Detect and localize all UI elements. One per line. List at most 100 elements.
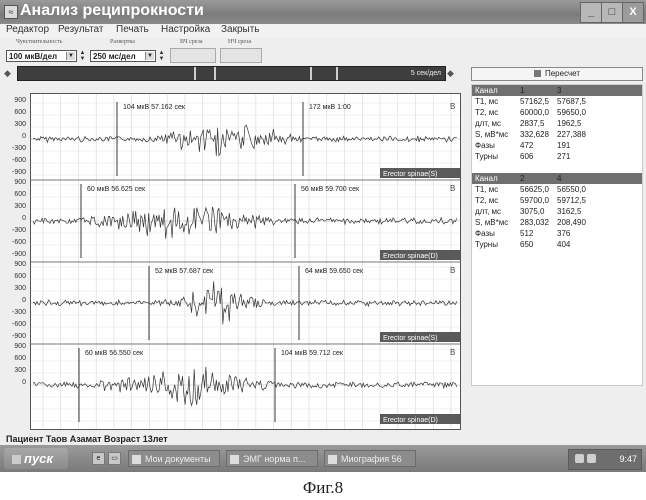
lf-cutoff-label: НЧ среза (228, 39, 251, 45)
cursor-label: 56 мкВ 59.700 сек (301, 186, 360, 193)
stats-cell: Турны (475, 239, 498, 250)
channel-name: Erector spinae(D) (383, 417, 438, 424)
stats-cell: 56625,0 (520, 184, 549, 195)
stats-row: T1, мс56625,056550,0 (472, 184, 642, 195)
stats-header-row: Канал 1 3 (472, 85, 642, 96)
title-bar: ≈ Анализ реципрокности _ □ X (0, 0, 646, 24)
network-icon[interactable] (587, 454, 596, 463)
overview-strip[interactable]: 5 сек/дел (17, 66, 446, 81)
overview-left-arrow-icon[interactable]: ◆ (4, 68, 11, 79)
y-tick-label: 300 (2, 203, 26, 210)
stats-row: Турны606271 (472, 151, 642, 162)
quicklaunch-desktop-icon[interactable]: ▭ (108, 452, 121, 465)
stats-cell: 472 (520, 140, 533, 151)
stats-header-row: Канал24 (472, 173, 642, 184)
app-icon (230, 455, 239, 464)
sensitivity-spinner[interactable]: ▲▼ (79, 50, 86, 62)
stats-cell: 208,490 (557, 217, 586, 228)
maximize-button[interactable]: □ (601, 2, 623, 23)
menu-close[interactable]: Закрыть (221, 24, 260, 35)
task-my-documents[interactable]: Мои документы (128, 450, 220, 467)
channel-name: Erector spinae(S) (383, 335, 437, 342)
stats-row: T2, мс59700,059712,5 (472, 195, 642, 206)
stats-header-cell: 1 (520, 85, 524, 96)
y-tick-label: -900 (2, 169, 26, 176)
emg-plot-canvas[interactable]: 104 мкВ 57.162 сек172 мкВ 1:00BErector s… (31, 94, 460, 429)
start-button[interactable]: пуск (4, 448, 68, 469)
hf-cutoff-field[interactable] (170, 48, 216, 63)
calculator-icon (534, 70, 541, 77)
cursor-label: 104 мкВ 57.162 сек (123, 104, 186, 111)
y-tick-label: 0 (2, 297, 26, 304)
stats-row: Фазы512376 (472, 228, 642, 239)
stats-row: T2, мс60000,059650,0 (472, 107, 642, 118)
emg-plot[interactable]: 104 мкВ 57.162 сек172 мкВ 1:00BErector s… (30, 93, 461, 430)
quicklaunch-browser-icon[interactable]: e (92, 452, 105, 465)
windows-logo-icon (12, 455, 21, 464)
sweep-value: 250 мс/дел (93, 52, 136, 61)
minimize-button[interactable]: _ (580, 2, 602, 23)
y-tick-label: 0 (2, 215, 26, 222)
sweep-spinner[interactable]: ▲▼ (158, 50, 165, 62)
recalculate-button[interactable]: Пересчет (471, 67, 643, 81)
stats-cell: 56550,0 (557, 184, 586, 195)
menu-settings[interactable]: Настройка (161, 24, 210, 35)
channel-corner-label: B (450, 266, 455, 275)
sensitivity-value: 100 мкВ/дел (9, 52, 57, 61)
stats-cell: длт, мс (475, 118, 501, 129)
stats-row: S, мВ*мс332,628227,388 (472, 129, 642, 140)
stats-cell: длт, мс (475, 206, 501, 217)
chevron-down-icon: ▼ (145, 52, 154, 60)
app-icon: ≈ (4, 5, 18, 19)
stats-header-cell: Канал (475, 85, 498, 96)
menu-editor[interactable]: Редактор (6, 24, 49, 35)
y-tick-label: 0 (2, 133, 26, 140)
overview-scale: 5 сек/дел (411, 67, 441, 80)
sweep-label: Развертка (110, 39, 135, 45)
stats-row: T1, мс57162,557687,5 (472, 96, 642, 107)
stats-cell: Фазы (475, 228, 495, 239)
stats-panel: Канал 1 3T1, мс57162,557687,5T2, мс60000,0… (471, 84, 643, 386)
sweep-select[interactable]: 250 мс/дел ▼ (90, 50, 156, 62)
menu-result[interactable]: Результат (58, 24, 103, 35)
figure-caption: Фиг.8 (0, 478, 646, 498)
overview-right-arrow-icon[interactable]: ◆ (447, 68, 454, 79)
task-label: ЭМГ норма п... (243, 454, 305, 464)
y-tick-label: 900 (2, 261, 26, 268)
menu-print[interactable]: Печать (116, 24, 149, 35)
y-tick-label: 600 (2, 191, 26, 198)
window-title: Анализ реципрокности (20, 2, 204, 20)
overview-marker[interactable] (194, 67, 196, 80)
taskbar: пуск e ▭ Мои документы ЭМГ норма п... Ми… (0, 445, 646, 472)
y-tick-label: 600 (2, 355, 26, 362)
task-label: Миография 56 (341, 454, 402, 464)
lf-cutoff-field[interactable] (220, 48, 262, 63)
system-tray: 9:47 (568, 449, 642, 470)
stats-cell: 191 (557, 140, 570, 151)
task-emg[interactable]: ЭМГ норма п... (226, 450, 318, 467)
cursor-label: 60 мкВ 56.625 сек (87, 186, 146, 193)
y-tick-label: -900 (2, 333, 26, 340)
y-tick-label: -900 (2, 251, 26, 258)
stats-cell: 3162,5 (557, 206, 581, 217)
overview-marker[interactable] (336, 67, 338, 80)
stats-cell: Турны (475, 151, 498, 162)
y-tick-label: 600 (2, 109, 26, 116)
overview-marker[interactable] (310, 67, 312, 80)
sensitivity-select[interactable]: 100 мкВ/дел ▼ (6, 50, 77, 62)
stats-cell: T2, мс (475, 195, 498, 206)
stats-cell: 57687,5 (557, 96, 586, 107)
overview-marker[interactable] (214, 67, 216, 80)
y-tick-label: 300 (2, 285, 26, 292)
language-icon[interactable] (575, 454, 584, 463)
close-button[interactable]: X (622, 2, 644, 23)
task-myography[interactable]: Миография 56 (324, 450, 416, 467)
cursor-label: 52 мкВ 57.687 сек (155, 268, 214, 275)
y-tick-label: -600 (2, 239, 26, 246)
y-tick-label: 900 (2, 97, 26, 104)
stats-cell: 512 (520, 228, 533, 239)
y-tick-label: 900 (2, 343, 26, 350)
stats-header-cell: 3 (557, 85, 561, 96)
chevron-down-icon: ▼ (66, 52, 75, 60)
menu-bar: Редактор Результат Печать Настройка Закр… (0, 24, 646, 38)
